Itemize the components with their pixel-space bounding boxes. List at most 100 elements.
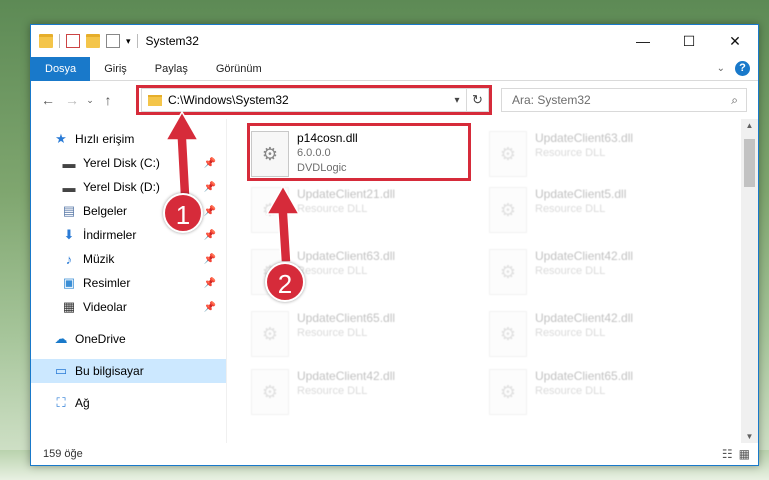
address-row: ← → ⌄ ↑ C:\Windows\System32 ▾ ↻ Ara: Sys… [31,81,758,119]
file-item[interactable]: ⚙ UpdateClient42.dll Resource DLL [251,363,481,423]
close-button[interactable]: ✕ [712,25,758,57]
file-explorer-window: ▾ System32 — ☐ ✕ Dosya Giriş Paylaş Görü… [30,24,759,466]
search-icon[interactable]: ⌕ [731,93,738,108]
highlight-box-address [136,85,492,115]
file-item[interactable]: ⚙ UpdateClient65.dll Resource DLL [251,305,481,365]
title-bar: ▾ System32 — ☐ ✕ [31,25,758,57]
pin-icon[interactable]: 📌 [204,278,216,289]
pin-icon[interactable]: 📌 [204,158,216,169]
customize-icon[interactable] [106,34,120,48]
window-title: System32 [145,34,199,48]
file-item[interactable]: ⚙ UpdateClient21.dll Resource DLL [251,181,481,241]
navigation-pane: ★ Hızlı erişim ▬ Yerel Disk (C:) 📌 ▬ Yer… [31,119,227,443]
file-item[interactable]: ⚙ UpdateClient5.dll Resource DLL [489,181,719,241]
folder-icon [39,34,53,48]
music-icon: ♪ [65,251,73,267]
computer-icon: ▭ [54,363,68,378]
tab-home[interactable]: Giriş [90,57,141,81]
nav-item-pictures[interactable]: ▣ Resimler 📌 [31,271,226,295]
file-name: UpdateClient63.dll [535,131,634,145]
file-name: UpdateClient42.dll [535,249,634,263]
pin-icon[interactable]: 📌 [204,302,216,313]
scrollbar-thumb[interactable] [744,139,755,187]
search-placeholder: Ara: System32 [512,93,591,107]
file-name: UpdateClient5.dll [535,187,627,201]
minimize-button[interactable]: — [620,25,666,57]
dll-file-icon: ⚙ [489,249,527,295]
tiles-view-icon[interactable]: ▦ [739,447,750,461]
file-desc: Resource DLL [297,385,368,397]
file-desc: Resource DLL [297,203,368,215]
tab-view[interactable]: Görünüm [202,57,276,81]
vertical-scrollbar[interactable]: ▲ ▼ [741,119,758,443]
scroll-up-icon[interactable]: ▲ [741,121,758,130]
back-button[interactable]: ← [39,92,57,108]
cloud-icon: ☁ [54,331,68,346]
main-area: ★ Hızlı erişim ▬ Yerel Disk (C:) 📌 ▬ Yer… [31,119,758,443]
nav-label: Belgeler [83,204,128,218]
file-name: UpdateClient42.dll [535,311,634,325]
chevron-down-icon[interactable]: ▾ [126,36,131,47]
step-1-badge: 1 [163,193,203,233]
pictures-icon: ▣ [62,275,76,290]
file-desc: Resource DLL [297,327,368,339]
file-desc: Resource DLL [535,265,606,277]
file-item[interactable]: ⚙ UpdateClient65.dll Resource DLL [489,363,719,423]
dll-file-icon: ⚙ [489,369,527,415]
videos-icon: ▦ [62,299,76,314]
pin-icon[interactable]: 📌 [204,230,216,241]
file-name: UpdateClient42.dll [297,369,396,383]
nav-item-this-pc[interactable]: ▭ Bu bilgisayar [31,359,226,383]
pin-icon[interactable]: 📌 [204,254,216,265]
file-desc: Resource DLL [535,327,606,339]
search-input[interactable]: Ara: System32 ⌕ [501,88,747,112]
nav-item-videos[interactable]: ▦ Videolar 📌 [31,295,226,319]
documents-icon: ▤ [62,203,76,218]
properties-icon[interactable] [66,34,80,48]
file-item[interactable]: ⚙ UpdateClient42.dll Resource DLL [489,243,719,303]
dll-file-icon: ⚙ [251,187,289,233]
pin-icon[interactable]: 📌 [204,182,216,193]
pin-icon[interactable]: 📌 [204,206,216,217]
details-view-icon[interactable]: ☷ [722,447,733,461]
divider [136,34,138,48]
tab-file[interactable]: Dosya [31,56,91,81]
file-name: UpdateClient21.dll [297,187,396,201]
dll-file-icon: ⚙ [251,311,289,357]
file-name: UpdateClient63.dll [297,249,396,263]
nav-item-disk-c[interactable]: ▬ Yerel Disk (C:) 📌 [31,151,226,175]
up-button[interactable]: ↑ [99,92,117,108]
nav-item-network[interactable]: ⛶ Ağ [31,391,226,415]
nav-item-disk-d[interactable]: ▬ Yerel Disk (D:) 📌 [31,175,226,199]
file-name: UpdateClient65.dll [535,369,634,383]
dll-file-icon: ⚙ [489,131,527,177]
tab-share[interactable]: Paylaş [141,57,202,81]
dll-file-icon: ⚙ [251,369,289,415]
nav-label: İndirmeler [83,228,137,242]
nav-label: OneDrive [75,332,126,346]
forward-button[interactable]: → [63,92,81,108]
help-button[interactable]: ? [735,61,750,76]
expand-ribbon-icon[interactable]: ⌄ [717,63,725,74]
nav-label: Müzik [83,252,115,266]
nav-quick-access[interactable]: ★ Hızlı erişim [31,127,226,151]
highlight-box-file [247,123,471,181]
quick-access-toolbar: ▾ [31,25,138,57]
item-count: 159 öğe [43,448,83,460]
scroll-down-icon[interactable]: ▼ [741,432,758,441]
maximize-button[interactable]: ☐ [666,25,712,57]
recent-locations-button[interactable]: ⌄ [81,95,99,106]
file-name: UpdateClient65.dll [297,311,396,325]
file-desc: Resource DLL [535,147,606,159]
file-desc: Resource DLL [535,203,606,215]
nav-label: Yerel Disk (C:) [83,156,160,170]
ribbon-tabs: Dosya Giriş Paylaş Görünüm ⌄ ? [31,56,758,81]
downloads-icon: ⬇ [63,227,75,242]
nav-item-onedrive[interactable]: ☁ OneDrive [31,327,226,351]
new-folder-icon[interactable] [86,34,100,48]
file-desc: Resource DLL [535,385,606,397]
file-item[interactable]: ⚙ UpdateClient42.dll Resource DLL [489,305,719,365]
nav-item-music[interactable]: ♪ Müzik 📌 [31,247,226,271]
dll-file-icon: ⚙ [489,187,527,233]
file-item[interactable]: ⚙ UpdateClient63.dll Resource DLL [489,125,719,185]
